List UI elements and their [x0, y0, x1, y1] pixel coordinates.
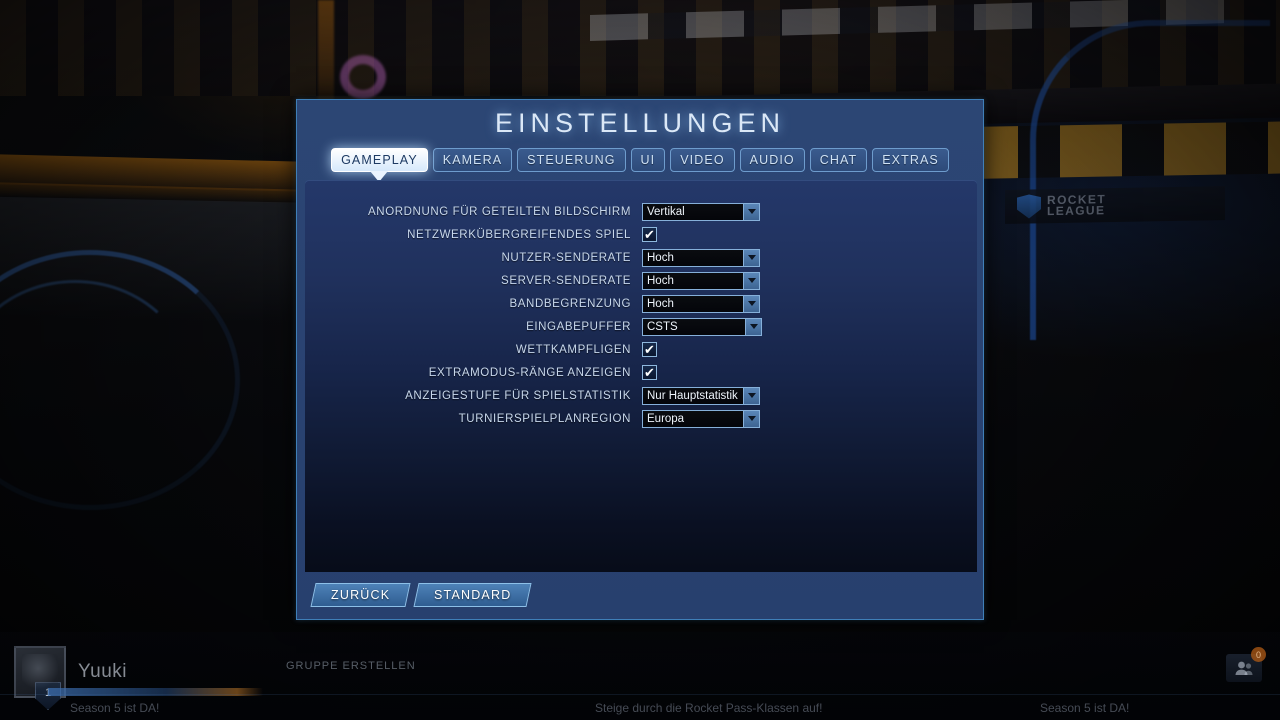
setting-label: EXTRAMODUS-RÄNGE ANZEIGEN: [428, 366, 631, 379]
settings-row: SERVER-SENDERATE Hoch: [305, 269, 977, 292]
settings-row: ANZEIGESTUFE FÜR SPIELSTATISTIK Nur Haupt…: [305, 384, 977, 407]
setting-label: NETZWERKÜBERGREIFENDES SPIEL: [407, 228, 631, 241]
setting-control: ✔: [642, 342, 657, 357]
tab-extras[interactable]: EXTRAS: [872, 148, 949, 172]
tab-label: STEUERUNG: [527, 153, 616, 167]
setting-control: Hoch: [642, 294, 760, 313]
checkmark-icon: ✔: [644, 365, 655, 380]
settings-row: BANDBEGRENZUNG Hoch: [305, 292, 977, 315]
setting-label: ANZEIGESTUFE FÜR SPIELSTATISTIK: [405, 389, 631, 402]
settings-row: NETZWERKÜBERGREIFENDES SPIEL ✔: [305, 223, 977, 246]
settings-row: EINGABEPUFFER CSTS: [305, 315, 977, 338]
setting-label: SERVER-SENDERATE: [501, 274, 631, 287]
tab-audio[interactable]: AUDIO: [739, 148, 805, 172]
chevron-down-icon[interactable]: [743, 387, 759, 404]
ticker-item-left: Season 5 ist DA!: [70, 701, 160, 715]
settings-row: WETTKAMPFLIGEN ✔: [305, 338, 977, 361]
settings-rows: ANORDNUNG FÜR GETEILTEN BILDSCHIRM Vertik…: [305, 180, 977, 430]
player-name: Yuuki: [78, 661, 127, 682]
tab-video[interactable]: VIDEO: [670, 148, 735, 172]
tab-label: EXTRAS: [882, 153, 939, 167]
tab-chat[interactable]: CHAT: [809, 148, 868, 172]
dropdown-select[interactable]: Hoch: [642, 248, 760, 267]
tab-label: KAMERA: [442, 153, 503, 167]
settings-row: EXTRAMODUS-RÄNGE ANZEIGEN ✔: [305, 361, 977, 384]
dropdown-select[interactable]: Nur Hauptstatistik: [642, 386, 760, 405]
dropdown-select[interactable]: Vertikal: [642, 202, 760, 221]
settings-dialog: EINSTELLUNGEN GAMEPLAY KAMERA STEUERUNG UI V…: [296, 99, 984, 620]
checkbox-toggle[interactable]: ✔: [642, 342, 657, 357]
checkmark-icon: ✔: [644, 342, 655, 357]
dropdown-value: Europa: [647, 412, 685, 425]
tab-label: AUDIO: [749, 153, 795, 167]
tab-kamera[interactable]: KAMERA: [432, 148, 513, 172]
dropdown-value: CSTS: [647, 320, 678, 333]
bottom-hud: 1 Yuuki GRUPPE ERSTELLEN 0 Season 5 ist …: [0, 632, 1280, 720]
back-button[interactable]: ZURÜCK: [310, 583, 411, 607]
setting-control: Hoch: [642, 271, 760, 290]
settings-tabbar: GAMEPLAY KAMERA STEUERUNG UI VIDEO AUDIO CHAT E…: [297, 148, 983, 172]
tab-ui[interactable]: UI: [630, 148, 666, 172]
ticker-item-right: Season 5 ist DA!: [1040, 701, 1130, 715]
setting-label: ANORDNUNG FÜR GETEILTEN BILDSCHIRM: [368, 205, 631, 218]
default-button[interactable]: STANDARD: [413, 583, 533, 607]
settings-content-panel: ANORDNUNG FÜR GETEILTEN BILDSCHIRM Vertik…: [305, 180, 977, 572]
friends-icon: [1235, 661, 1253, 675]
setting-control: CSTS: [642, 317, 762, 336]
dropdown-value: Vertikal: [647, 205, 685, 218]
chevron-down-icon[interactable]: [743, 295, 759, 312]
create-group-button[interactable]: GRUPPE ERSTELLEN: [286, 660, 416, 672]
dropdown-value: Hoch: [647, 251, 674, 264]
setting-label: TURNIERSPIELPLANREGION: [458, 412, 631, 425]
chevron-down-icon[interactable]: [743, 410, 759, 427]
tab-label: UI: [640, 153, 656, 167]
tab-gameplay[interactable]: GAMEPLAY: [331, 148, 428, 172]
chevron-down-icon[interactable]: [743, 249, 759, 266]
page-title: EINSTELLUNGEN: [494, 108, 786, 138]
dialog-button-bar: ZURÜCK STANDARD: [310, 583, 533, 607]
dropdown-select[interactable]: Hoch: [642, 271, 760, 290]
setting-label: WETTKAMPFLIGEN: [515, 343, 631, 356]
friends-count-badge: 0: [1251, 647, 1266, 662]
checkbox-toggle[interactable]: ✔: [642, 365, 657, 380]
tab-label: CHAT: [819, 153, 858, 167]
setting-control: Nur Hauptstatistik: [642, 386, 760, 405]
ticker-item-mid: Steige durch die Rocket Pass-Klassen auf…: [595, 701, 823, 715]
setting-control: Europa: [642, 409, 760, 428]
settings-row: ANORDNUNG FÜR GETEILTEN BILDSCHIRM Vertik…: [305, 200, 977, 223]
dropdown-value: Hoch: [647, 274, 674, 287]
checkbox-toggle[interactable]: ✔: [642, 227, 657, 242]
setting-label: NUTZER-SENDERATE: [501, 251, 631, 264]
tab-label: GAMEPLAY: [341, 153, 418, 167]
settings-row: NUTZER-SENDERATE Hoch: [305, 246, 977, 269]
setting-label: EINGABEPUFFER: [526, 320, 631, 333]
setting-label: BANDBEGRENZUNG: [509, 297, 631, 310]
dropdown-value: Nur Hauptstatistik: [647, 389, 738, 402]
setting-control: ✔: [642, 227, 657, 242]
news-ticker: Season 5 ist DA! Steige durch die Rocket…: [0, 694, 1280, 720]
dropdown-select[interactable]: CSTS: [642, 317, 762, 336]
chevron-down-icon[interactable]: [743, 272, 759, 289]
tab-steuerung[interactable]: STEUERUNG: [517, 148, 626, 172]
chevron-down-icon[interactable]: [743, 203, 759, 220]
back-button-label: ZURÜCK: [331, 588, 391, 602]
checkmark-icon: ✔: [644, 227, 655, 242]
dropdown-select[interactable]: Europa: [642, 409, 760, 428]
chevron-down-icon[interactable]: [745, 318, 761, 335]
setting-control: Vertikal: [642, 202, 760, 221]
default-button-label: STANDARD: [434, 588, 512, 602]
setting-control: Hoch: [642, 248, 760, 267]
dropdown-value: Hoch: [647, 297, 674, 310]
setting-control: ✔: [642, 365, 657, 380]
tab-label: VIDEO: [680, 153, 725, 167]
settings-row: TURNIERSPIELPLANREGION Europa: [305, 407, 977, 430]
dropdown-select[interactable]: Hoch: [642, 294, 760, 313]
